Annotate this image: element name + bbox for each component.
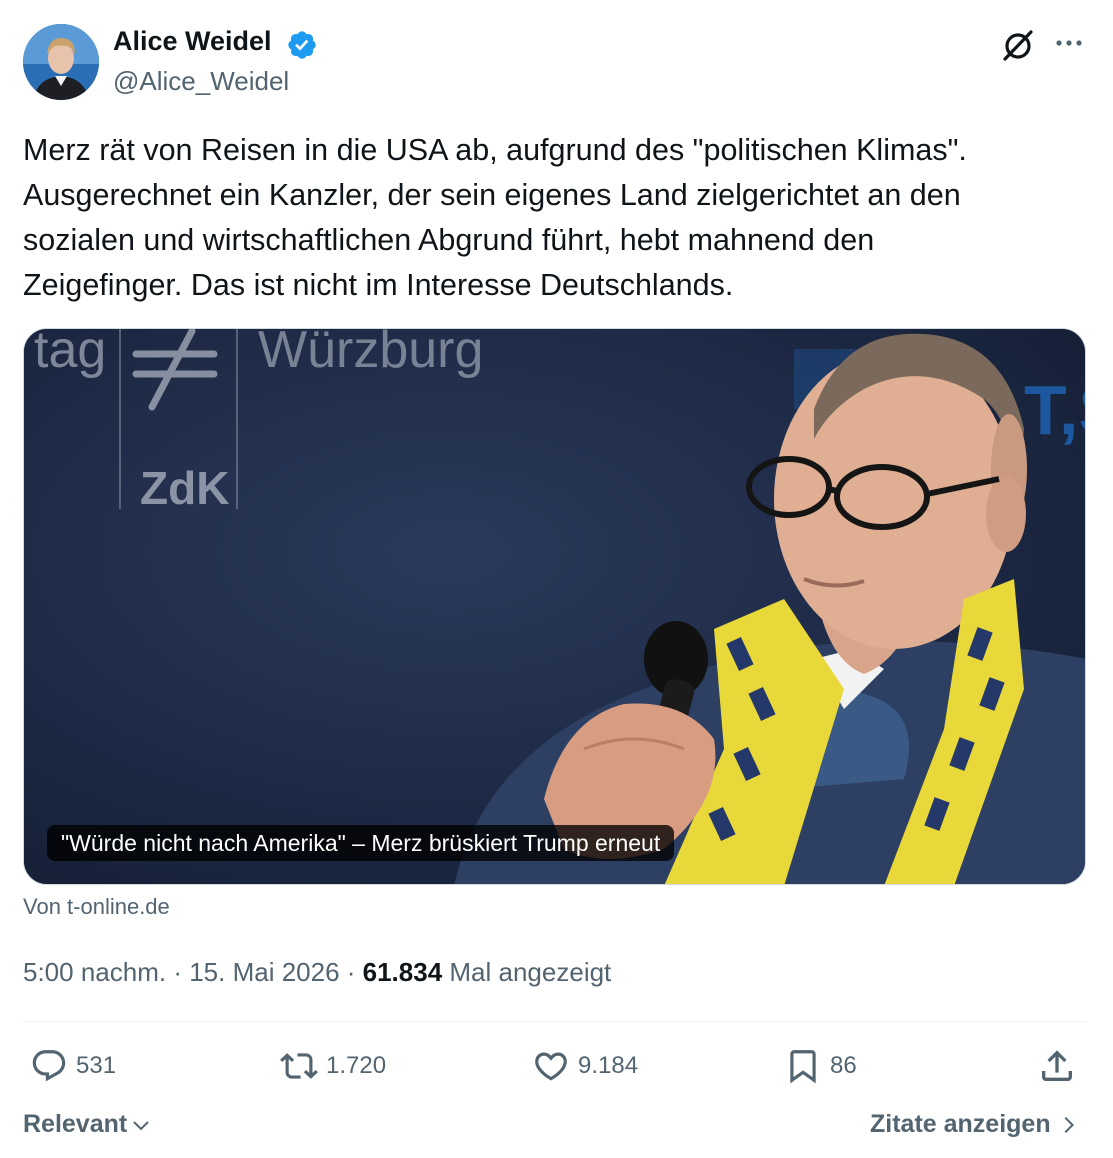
views-label: Mal angezeigt [442,957,612,987]
retweet-count: 1.720 [326,1052,387,1079]
bookmark-button[interactable]: 86 [784,1044,857,1088]
quotes-label: Zitate anzeigen [870,1110,1051,1138]
tweet-date[interactable]: 15. Mai 2026 [189,957,339,987]
tweet-line: sozialen und wirtschaftlichen Abgrund fü… [23,223,875,257]
meta-separator: · [339,957,363,987]
meta-separator: · [166,957,190,987]
tweet-line: Merz rät von Reisen in die USA ab, aufgr… [23,133,967,167]
tweet-text: Merz rät von Reisen in die USA ab, aufgr… [23,128,1083,308]
retweet-button[interactable]: 1.720 [280,1044,386,1088]
share-icon[interactable] [1037,1046,1077,1086]
backdrop-text-logo: ZdK [140,462,229,514]
verified-badge-icon [288,31,316,59]
retweet-icon [280,1053,318,1079]
tweet-line: Ausgerechnet ein Kanzler, der sein eigen… [23,178,961,212]
card-headline[interactable]: "Würde nicht nach Amerika" – Merz brüski… [47,825,675,861]
link-card[interactable]: tag ZdK Würzburg T,S [23,328,1086,885]
avatar[interactable] [23,24,99,100]
like-button[interactable]: 9.184 [532,1044,638,1088]
more-icon[interactable] [1052,26,1086,60]
grok-icon[interactable] [999,26,1037,64]
reply-count: 531 [76,1052,117,1079]
backdrop-text-right: T,S [1024,371,1086,449]
bookmark-icon [790,1050,816,1084]
sort-label: Relevant [23,1110,128,1138]
chevron-down-icon [133,1120,149,1130]
author-handle[interactable]: @Alice_Weidel [113,66,289,97]
reply-icon [32,1050,66,1082]
sort-dropdown[interactable]: Relevant [23,1110,153,1139]
view-quotes-link[interactable]: Zitate anzeigen [870,1110,1079,1139]
divider [23,1021,1086,1022]
views-count: 61.834 [362,957,443,987]
tweet-meta: 5:00 nachm. · 15. Mai 2026 · 61.834 Mal … [23,954,611,990]
reply-button[interactable]: 531 [30,1044,116,1088]
tweet-time[interactable]: 5:00 nachm. [23,957,166,987]
backdrop-text-tag: tag [34,329,106,379]
chevron-right-icon [1064,1116,1074,1133]
article-photo: tag ZdK Würzburg T,S [24,329,1086,884]
like-count: 9.184 [578,1052,639,1079]
tweet-line: Zeigefinger. Das ist nicht im Interesse … [23,268,734,302]
backdrop-text-city: Würzburg [258,329,483,379]
card-source[interactable]: Von t-online.de [23,894,170,920]
heart-icon [535,1052,567,1081]
author-name[interactable]: Alice Weidel [113,26,272,57]
bookmark-count: 86 [830,1052,857,1079]
